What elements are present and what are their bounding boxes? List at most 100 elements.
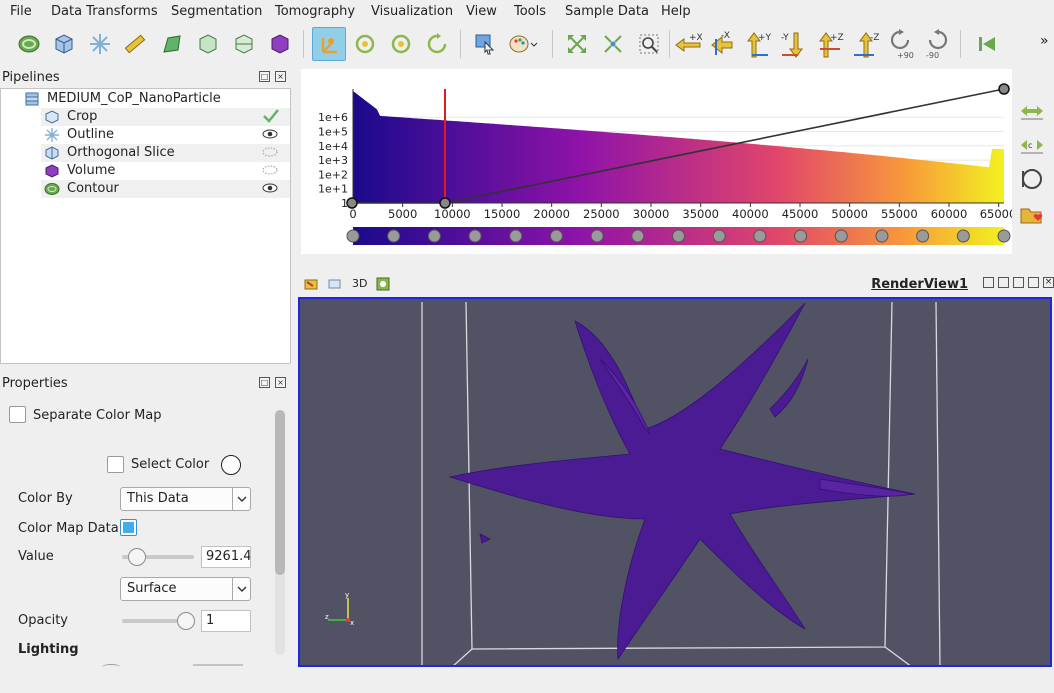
volume-icon[interactable] bbox=[47, 27, 81, 61]
toolbar-overflow-icon[interactable]: » bbox=[1040, 33, 1049, 49]
colormap-node-handle[interactable] bbox=[590, 229, 604, 243]
rotate-icon[interactable] bbox=[348, 27, 382, 61]
rotate-plus-90-button[interactable]: +90 bbox=[884, 27, 918, 61]
render-view[interactable]: y z x bbox=[298, 297, 1052, 667]
colormap-node-handle[interactable] bbox=[387, 229, 401, 243]
value-slider-handle[interactable] bbox=[128, 548, 146, 566]
histogram-chart[interactable]: 11e+11e+21e+31e+41e+51e+6 0 5000 10000 1500… bbox=[301, 69, 1012, 254]
value-input[interactable]: 9261.47 bbox=[201, 546, 251, 568]
eye-hidden-icon[interactable] bbox=[262, 165, 278, 175]
close-view-icon[interactable]: × bbox=[1043, 277, 1054, 288]
eye-icon[interactable] bbox=[262, 183, 278, 193]
split-horizontal-icon[interactable] bbox=[983, 277, 994, 288]
colormap-node-handle[interactable] bbox=[712, 229, 726, 243]
rotate-icon-2[interactable] bbox=[384, 27, 418, 61]
histogram-panel[interactable]: 1 1e+1 1e+2 1e+3 1e+4 1e+5 1e+6 0 5000 10000 1500… bbox=[301, 69, 1012, 254]
close-panel-icon[interactable]: × bbox=[275, 377, 286, 388]
pipeline-item-crop[interactable]: Crop bbox=[41, 108, 290, 126]
colormap-node-handle[interactable] bbox=[753, 229, 767, 243]
menu-segmentation[interactable]: Segmentation bbox=[171, 4, 262, 19]
interaction-icon[interactable] bbox=[312, 27, 346, 61]
reset-camera-icon[interactable] bbox=[560, 27, 594, 61]
menu-tools[interactable]: Tools bbox=[514, 4, 546, 19]
eye-hidden-icon[interactable] bbox=[262, 147, 278, 157]
colormap-node-handle[interactable] bbox=[794, 229, 808, 243]
colormap-node-handle[interactable] bbox=[875, 229, 889, 243]
rotate-minus-90-button[interactable]: -90 bbox=[920, 27, 954, 61]
pipeline-root[interactable]: MEDIUM_CoP_NanoParticle bbox=[1, 90, 290, 108]
split-vertical-icon[interactable] bbox=[998, 277, 1009, 288]
ruler-icon[interactable] bbox=[118, 27, 152, 61]
menu-view[interactable]: View bbox=[466, 4, 497, 19]
view-minus-x-button[interactable]: -X bbox=[704, 27, 738, 61]
slice-icon[interactable] bbox=[83, 27, 117, 61]
view-minus-y-button[interactable]: -Y bbox=[776, 27, 810, 61]
view-plus-y-button[interactable]: +Y bbox=[740, 27, 774, 61]
opacity-input[interactable]: 1 bbox=[201, 610, 251, 632]
eye-icon[interactable] bbox=[262, 129, 278, 139]
view-minus-z-button[interactable]: -Z bbox=[848, 27, 882, 61]
colormap-node-handle[interactable] bbox=[834, 229, 848, 243]
opacity-point-end[interactable] bbox=[998, 83, 1010, 95]
float-panel-icon[interactable]: □ bbox=[259, 377, 270, 388]
menu-tomography[interactable]: Tomography bbox=[275, 4, 355, 19]
zoom-extents-icon[interactable] bbox=[596, 27, 630, 61]
preset-folder-icon[interactable] bbox=[1018, 202, 1046, 228]
properties-scrollbar[interactable] bbox=[275, 410, 285, 655]
pipeline-item-outline[interactable]: Outline bbox=[41, 126, 290, 144]
colormap-node-handle[interactable] bbox=[631, 229, 645, 243]
colormap-node-handle[interactable] bbox=[346, 229, 360, 243]
camera-undo-icon[interactable] bbox=[327, 276, 343, 292]
cube-icon[interactable] bbox=[263, 27, 297, 61]
contour-icon[interactable] bbox=[12, 27, 46, 61]
rotate-icon-3[interactable] bbox=[420, 27, 454, 61]
color-map-data-checkbox[interactable] bbox=[120, 519, 137, 536]
fit-range-icon[interactable] bbox=[1018, 98, 1046, 124]
custom-range-icon[interactable]: c bbox=[1018, 132, 1046, 158]
close-panel-icon[interactable]: × bbox=[275, 71, 286, 82]
colormap-node-handle[interactable] bbox=[509, 229, 523, 243]
outline-icon[interactable] bbox=[191, 27, 225, 61]
color-by-select[interactable]: This Data bbox=[120, 487, 251, 511]
opacity-point-mid[interactable] bbox=[439, 197, 451, 209]
colormap-node-handle[interactable] bbox=[427, 229, 441, 243]
render-scene[interactable]: y z x bbox=[300, 299, 1052, 667]
check-icon bbox=[263, 109, 279, 123]
opacity-slider-handle[interactable] bbox=[177, 612, 195, 630]
colormap-node-handle[interactable] bbox=[997, 229, 1011, 243]
log-scale-icon[interactable] bbox=[1018, 166, 1046, 192]
colormap-node-handle[interactable] bbox=[916, 229, 930, 243]
threshold-icon[interactable] bbox=[155, 27, 189, 61]
view-plus-z-button[interactable]: +Z bbox=[812, 27, 846, 61]
colormap-node-handle[interactable] bbox=[549, 229, 563, 243]
first-frame-icon[interactable] bbox=[970, 27, 1004, 61]
undock-icon[interactable] bbox=[1028, 277, 1039, 288]
separate-color-map-checkbox[interactable] bbox=[9, 406, 26, 423]
capture-icon[interactable] bbox=[303, 276, 319, 292]
menu-visualization[interactable]: Visualization bbox=[371, 4, 453, 19]
zoom-box-icon[interactable] bbox=[632, 27, 666, 61]
menu-sample-data[interactable]: Sample Data bbox=[565, 4, 649, 19]
clip-icon[interactable] bbox=[227, 27, 261, 61]
maximize-icon[interactable] bbox=[1013, 277, 1024, 288]
scrollbar-thumb[interactable] bbox=[275, 410, 285, 575]
colormap-node-handle[interactable] bbox=[956, 229, 970, 243]
palette-icon[interactable] bbox=[506, 27, 540, 61]
select-color-checkbox[interactable] bbox=[107, 456, 124, 473]
select-icon[interactable] bbox=[468, 27, 502, 61]
representation-select[interactable]: Surface bbox=[120, 577, 251, 601]
colormap-node-handle[interactable] bbox=[468, 229, 482, 243]
color-swatch[interactable] bbox=[221, 455, 241, 475]
pipeline-item-orthogonal-slice[interactable]: Orthogonal Slice bbox=[41, 144, 290, 162]
pipeline-item-contour[interactable]: Contour bbox=[41, 180, 290, 198]
menu-help[interactable]: Help bbox=[661, 4, 691, 19]
opacity-point-start[interactable] bbox=[346, 197, 358, 209]
colormap-node-handle[interactable] bbox=[672, 229, 685, 243]
view-plus-x-button[interactable]: +X bbox=[670, 27, 704, 61]
menu-file[interactable]: File bbox=[10, 4, 32, 19]
pipeline-item-volume[interactable]: Volume bbox=[41, 162, 290, 180]
orientation-axes-icon[interactable] bbox=[375, 276, 391, 292]
menu-data-transforms[interactable]: Data Transforms bbox=[51, 4, 158, 19]
view-mode-toggle[interactable]: 3D bbox=[352, 277, 367, 290]
float-panel-icon[interactable]: □ bbox=[259, 71, 270, 82]
